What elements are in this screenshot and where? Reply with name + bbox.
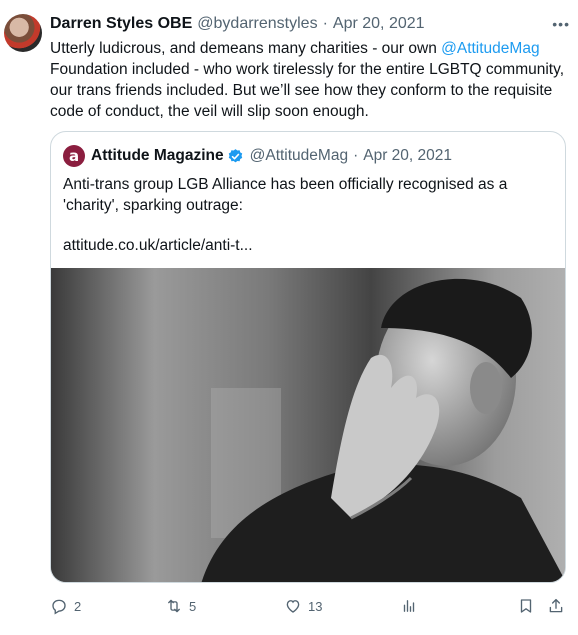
more-icon[interactable]: ••• — [552, 16, 570, 32]
photo-illustration — [51, 268, 565, 582]
author-handle[interactable]: @bydarrenstyles — [197, 15, 317, 33]
retweet-button[interactable]: 5 — [165, 592, 196, 620]
like-icon — [286, 600, 300, 613]
bookmark-icon — [520, 599, 532, 613]
reply-icon — [52, 599, 66, 615]
author-display-name[interactable]: Darren Styles OBE — [50, 15, 192, 33]
verified-badge-icon — [228, 148, 242, 162]
quoted-display-name[interactable]: Attitude Magazine — [91, 147, 224, 165]
separator-dot: · — [322, 15, 328, 32]
tweet-text-part: Foundation included - who work tirelessl… — [50, 61, 565, 120]
retweet-icon — [168, 599, 180, 613]
quoted-handle[interactable]: @AttitudeMag — [250, 147, 348, 165]
tweet-text: Utterly ludicrous, and demeans many char… — [50, 38, 570, 122]
tweet-header: Darren Styles OBE @bydarrenstyles · Apr … — [50, 12, 568, 36]
reply-count: 2 — [74, 598, 82, 614]
mention-link[interactable]: @AttitudeMag — [441, 40, 539, 57]
views-button[interactable] — [400, 592, 418, 620]
like-button[interactable]: 13 — [284, 592, 322, 620]
quoted-avatar[interactable]: a — [63, 145, 85, 167]
tweet[interactable]: Darren Styles OBE @bydarrenstyles · Apr … — [0, 0, 578, 635]
avatar[interactable] — [4, 14, 42, 52]
quoted-date[interactable]: Apr 20, 2021 — [363, 147, 452, 165]
quoted-tweet-header: a Attitude Magazine @AttitudeMag · Apr 2… — [63, 144, 452, 168]
quoted-tweet-photo[interactable] — [51, 268, 565, 582]
action-bar: 2 5 13 — [50, 592, 570, 620]
share-icon — [549, 598, 563, 613]
share-button[interactable] — [547, 592, 565, 620]
reply-button[interactable]: 2 — [50, 592, 81, 620]
bookmark-button[interactable] — [517, 592, 535, 620]
views-icon — [403, 600, 415, 612]
like-count: 13 — [308, 598, 323, 614]
quoted-tweet-link[interactable]: attitude.co.uk/article/anti-t... — [63, 235, 253, 256]
retweet-count: 5 — [189, 598, 197, 614]
quoted-tweet-text: Anti-trans group LGB Alliance has been o… — [63, 176, 508, 214]
quoted-tweet[interactable]: a Attitude Magazine @AttitudeMag · Apr 2… — [50, 131, 566, 583]
tweet-date[interactable]: Apr 20, 2021 — [333, 15, 425, 33]
separator-dot: · — [353, 147, 359, 164]
tweet-text-part: Utterly ludicrous, and demeans many char… — [50, 40, 442, 57]
